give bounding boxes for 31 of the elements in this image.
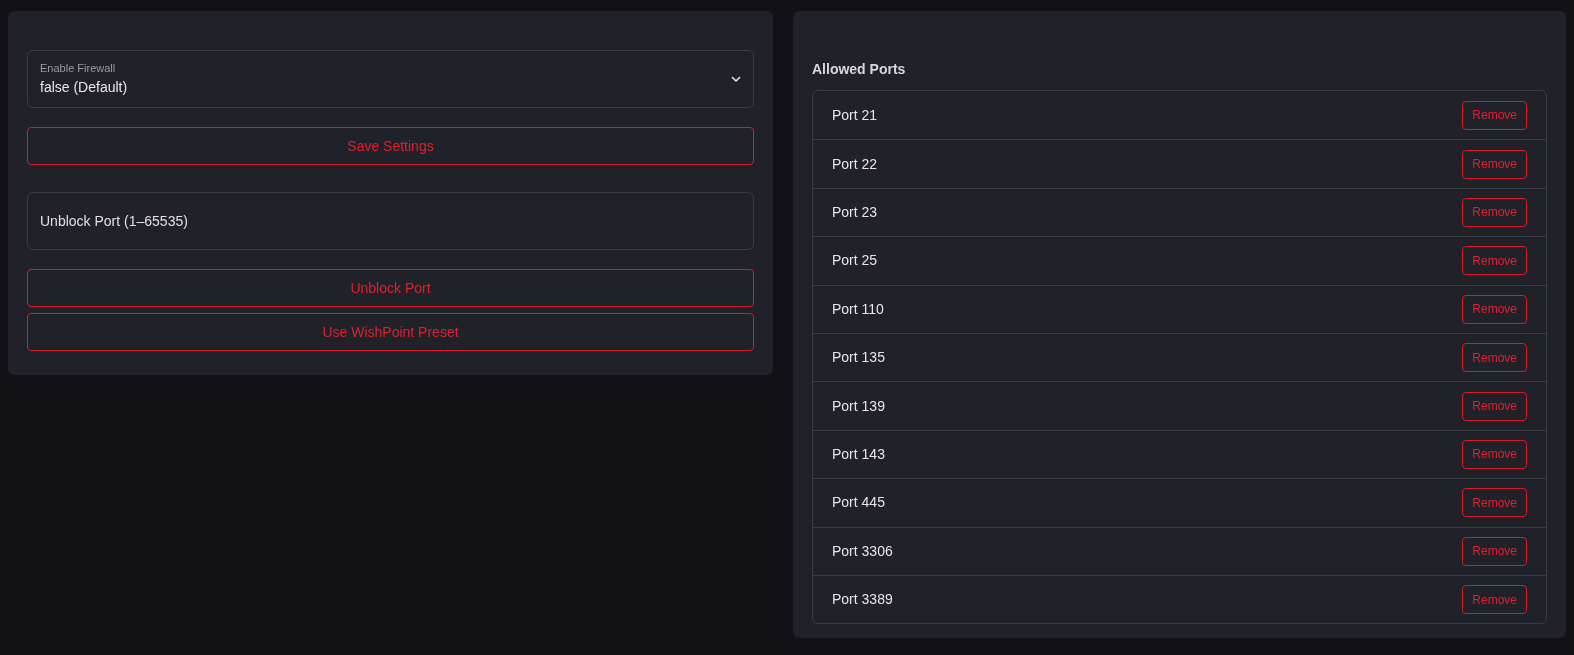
section-title: Allowed Ports: [812, 60, 907, 79]
port-label: Port 3306: [832, 541, 893, 561]
port-label: Port 22: [832, 154, 878, 174]
port-label: Port 25: [832, 251, 878, 271]
port-label: Port 135: [832, 348, 885, 368]
remove-button[interactable]: Remove: [1462, 488, 1527, 518]
port-label: Port 23: [832, 202, 878, 222]
action-button[interactable]: Unblock Port: [27, 269, 754, 307]
port-label: Port 3389: [832, 590, 893, 610]
remove-button[interactable]: Remove: [1462, 294, 1527, 324]
port-label: Port 143: [832, 444, 885, 464]
firewall-select[interactable]: Enable Firewall false (Default): [27, 50, 754, 108]
port-input-field[interactable]: Unblock Port (1–65535): [27, 192, 754, 250]
chevron-down-icon: [731, 76, 741, 82]
remove-button[interactable]: Remove: [1462, 149, 1527, 179]
action-button[interactable]: Use WishPoint Preset: [27, 313, 754, 351]
remove-button[interactable]: Remove: [1462, 246, 1527, 276]
remove-button[interactable]: Remove: [1462, 585, 1527, 615]
remove-button[interactable]: Remove: [1462, 439, 1527, 469]
port-label: Port 445: [832, 493, 885, 513]
save-settings-button[interactable]: Save Settings: [27, 127, 754, 165]
remove-button[interactable]: Remove: [1462, 197, 1527, 227]
port-label: Port 21: [832, 105, 878, 125]
remove-button[interactable]: Remove: [1462, 343, 1527, 373]
port-label: Port 110: [832, 299, 884, 319]
port-label: Port 139: [832, 396, 885, 416]
remove-button[interactable]: Remove: [1462, 100, 1527, 130]
remove-button[interactable]: Remove: [1462, 391, 1527, 421]
select-value: false (Default): [40, 77, 128, 97]
remove-button[interactable]: Remove: [1462, 536, 1527, 566]
select-label: Enable Firewall: [40, 61, 117, 77]
